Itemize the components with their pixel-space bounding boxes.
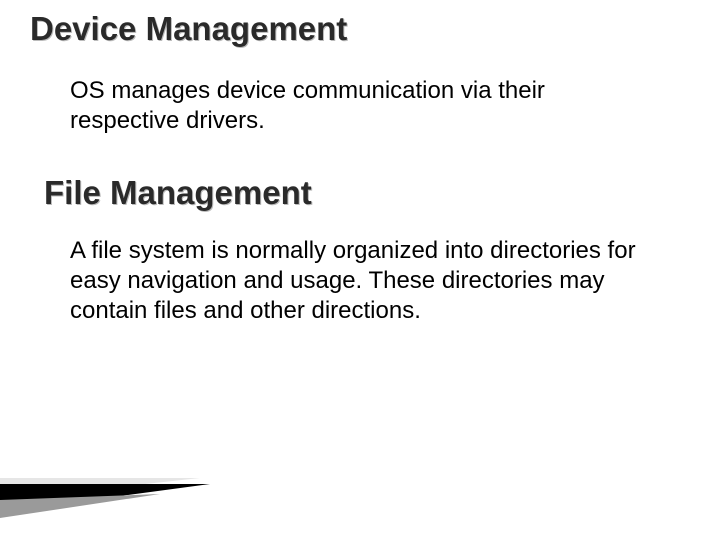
- section-heading-device-management: Device Management: [30, 10, 690, 48]
- slide: Device Management OS manages device comm…: [0, 0, 720, 540]
- corner-wedge-decoration: [0, 454, 220, 518]
- section-heading-file-management: File Management: [44, 174, 690, 212]
- section-body-file-management: A file system is normally organized into…: [70, 236, 650, 326]
- section-body-device-management: OS manages device communication via thei…: [70, 76, 650, 136]
